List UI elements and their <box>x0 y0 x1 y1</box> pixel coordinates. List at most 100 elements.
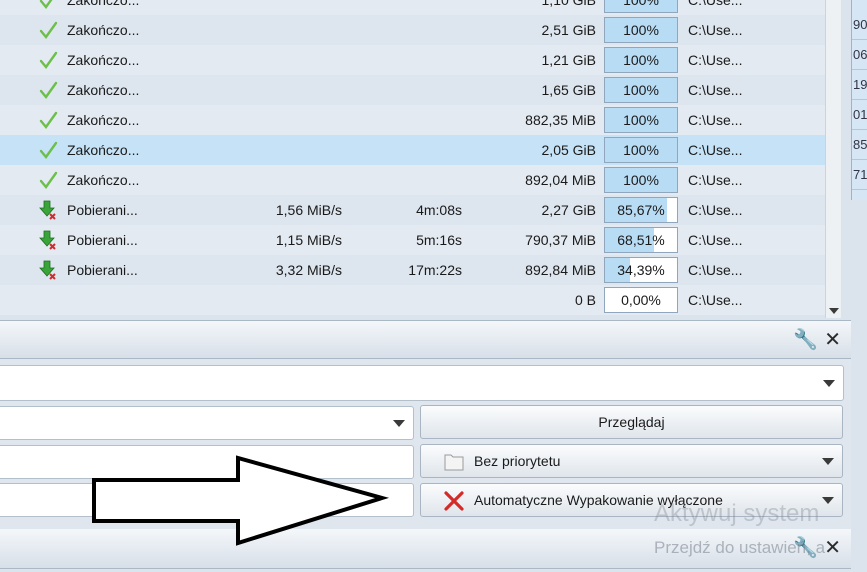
table-row[interactable]: Zakończo... 1,21 GiB 100% C:\Use... <box>0 45 825 75</box>
path-cell: C:\Use... <box>688 292 743 308</box>
progress-label: 100% <box>623 52 659 68</box>
path-cell: C:\Use... <box>688 22 743 38</box>
progress-label: 100% <box>623 22 659 38</box>
table-row[interactable]: Zakończo... 892,04 MiB 100% C:\Use... <box>0 165 825 195</box>
table-row[interactable]: Zakończo... 1,10 GiB 100% C:\Use... <box>0 0 825 15</box>
size-cell: 2,05 GiB <box>541 142 596 158</box>
size-cell: 2,27 GiB <box>541 202 596 218</box>
status-cell: Zakończo... <box>67 52 140 68</box>
check-mark-icon <box>38 170 58 190</box>
progress-bar: 85,67% <box>604 197 678 223</box>
progress-label: 100% <box>623 112 659 128</box>
right-column-cell: 19 <box>852 70 867 100</box>
table-row[interactable]: Zakończo... 2,05 GiB 100% C:\Use... <box>0 135 825 165</box>
path-cell: C:\Use... <box>688 172 743 188</box>
eta-cell <box>380 75 462 105</box>
speed-cell: 1,56 MiB/s <box>275 202 342 218</box>
path-cell: C:\Use... <box>688 112 743 128</box>
chevron-down-icon <box>393 420 405 427</box>
speed-cell <box>226 45 342 75</box>
path-cell: C:\Use... <box>688 0 743 8</box>
close-icon[interactable]: ✕ <box>824 538 841 558</box>
progress-bar: 100% <box>604 0 678 13</box>
size-cell: 790,37 MiB <box>525 232 596 248</box>
wrench-icon[interactable]: 🔧 <box>793 330 818 350</box>
path-cell: C:\Use... <box>688 202 743 218</box>
right-column-cell: 06 <box>852 40 867 70</box>
progress-label: 100% <box>623 0 659 8</box>
priority-dropdown[interactable]: Bez priorytetu <box>420 444 843 478</box>
eta-cell: 17m:22s <box>408 262 462 278</box>
eta-cell: 4m:08s <box>416 202 462 218</box>
download-arrow-icon <box>38 200 58 220</box>
progress-bar: 68,51% <box>604 227 678 253</box>
progress-label: 34,39% <box>617 262 665 278</box>
speed-cell <box>226 0 342 15</box>
folder-icon <box>444 454 464 471</box>
eta-cell <box>380 165 462 195</box>
progress-bar: 100% <box>604 17 678 43</box>
package-name-dropdown[interactable] <box>0 365 844 401</box>
right-column-cell: 01 <box>852 100 867 130</box>
size-cell: 2,51 GiB <box>541 22 596 38</box>
extract-password-input[interactable] <box>0 483 414 517</box>
right-column-cell: 90 <box>852 0 867 40</box>
progress-bar: 0,00% <box>604 287 678 313</box>
speed-cell: 3,32 MiB/s <box>275 262 342 278</box>
close-icon[interactable]: ✕ <box>824 330 841 350</box>
speed-cell <box>226 165 342 195</box>
check-mark-icon <box>38 140 58 160</box>
speed-cell <box>226 105 342 135</box>
path-cell: C:\Use... <box>688 262 743 278</box>
table-vertical-scrollbar[interactable] <box>825 0 841 318</box>
status-cell: Pobierani... <box>67 232 138 248</box>
progress-label: 85,67% <box>617 202 665 218</box>
status-cell: Zakończo... <box>67 142 140 158</box>
table-row[interactable]: Pobierani... 1,56 MiB/s 4m:08s 2,27 GiB 85,6… <box>0 195 825 225</box>
progress-label: 100% <box>623 142 659 158</box>
eta-cell <box>380 135 462 165</box>
priority-label: Bez priorytetu <box>474 453 561 469</box>
status-cell: Zakończo... <box>67 22 140 38</box>
table-row[interactable]: 0 B 0,00% C:\Use... <box>0 285 825 315</box>
speed-cell <box>226 285 342 315</box>
progress-bar: 100% <box>604 107 678 133</box>
comment-input[interactable] <box>0 445 414 479</box>
table-row[interactable]: Pobierani... 1,15 MiB/s 5m:16s 790,37 MiB 68… <box>0 225 825 255</box>
progress-label: 0,00% <box>621 292 661 308</box>
activation-watermark-title: Aktywuj system <box>654 500 820 527</box>
path-cell: C:\Use... <box>688 232 743 248</box>
right-column-cell: 71 <box>852 160 867 190</box>
progress-bar: 100% <box>604 137 678 163</box>
progress-bar: 100% <box>604 47 678 73</box>
eta-cell <box>380 285 462 315</box>
downloads-table: Zakończo... 1,10 GiB 100% C:\Use... Zakończo… <box>0 0 825 315</box>
browse-button-label: Przeglądaj <box>598 414 665 430</box>
table-row[interactable]: Zakończo... 882,35 MiB 100% C:\Use... <box>0 105 825 135</box>
size-cell: 0 B <box>574 292 596 308</box>
check-mark-icon <box>38 0 58 10</box>
browse-button[interactable]: Przeglądaj <box>420 405 843 439</box>
status-cell: Zakończo... <box>67 172 140 188</box>
progress-bar: 100% <box>604 167 678 193</box>
eta-cell <box>380 0 462 15</box>
chevron-down-icon <box>822 458 834 465</box>
eta-cell <box>380 45 462 75</box>
size-cell: 1,65 GiB <box>541 82 596 98</box>
size-cell: 892,04 MiB <box>525 172 596 188</box>
check-mark-icon <box>38 110 58 130</box>
scroll-down-arrow-icon[interactable] <box>829 308 839 314</box>
download-arrow-icon <box>38 260 58 280</box>
table-row[interactable]: Zakończo... 2,51 GiB 100% C:\Use... <box>0 15 825 45</box>
size-cell: 1,21 GiB <box>541 52 596 68</box>
status-cell: Pobierani... <box>67 262 138 278</box>
size-cell: 882,35 MiB <box>525 112 596 128</box>
table-row[interactable]: Pobierani... 3,32 MiB/s 17m:22s 892,84 MiB 3… <box>0 255 825 285</box>
download-manager-window: Zakończo... 1,10 GiB 100% C:\Use... Zakończo… <box>0 0 867 572</box>
check-mark-icon <box>38 50 58 70</box>
right-side-column: 90 06 19 01 85 71 <box>851 0 867 200</box>
table-row[interactable]: Zakończo... 1,65 GiB 100% C:\Use... <box>0 75 825 105</box>
save-path-dropdown[interactable] <box>0 406 414 440</box>
progress-bar: 34,39% <box>604 257 678 283</box>
details-panel: 🔧 ✕ Przeglądaj Bez priorytetu Automatycz… <box>0 320 851 569</box>
